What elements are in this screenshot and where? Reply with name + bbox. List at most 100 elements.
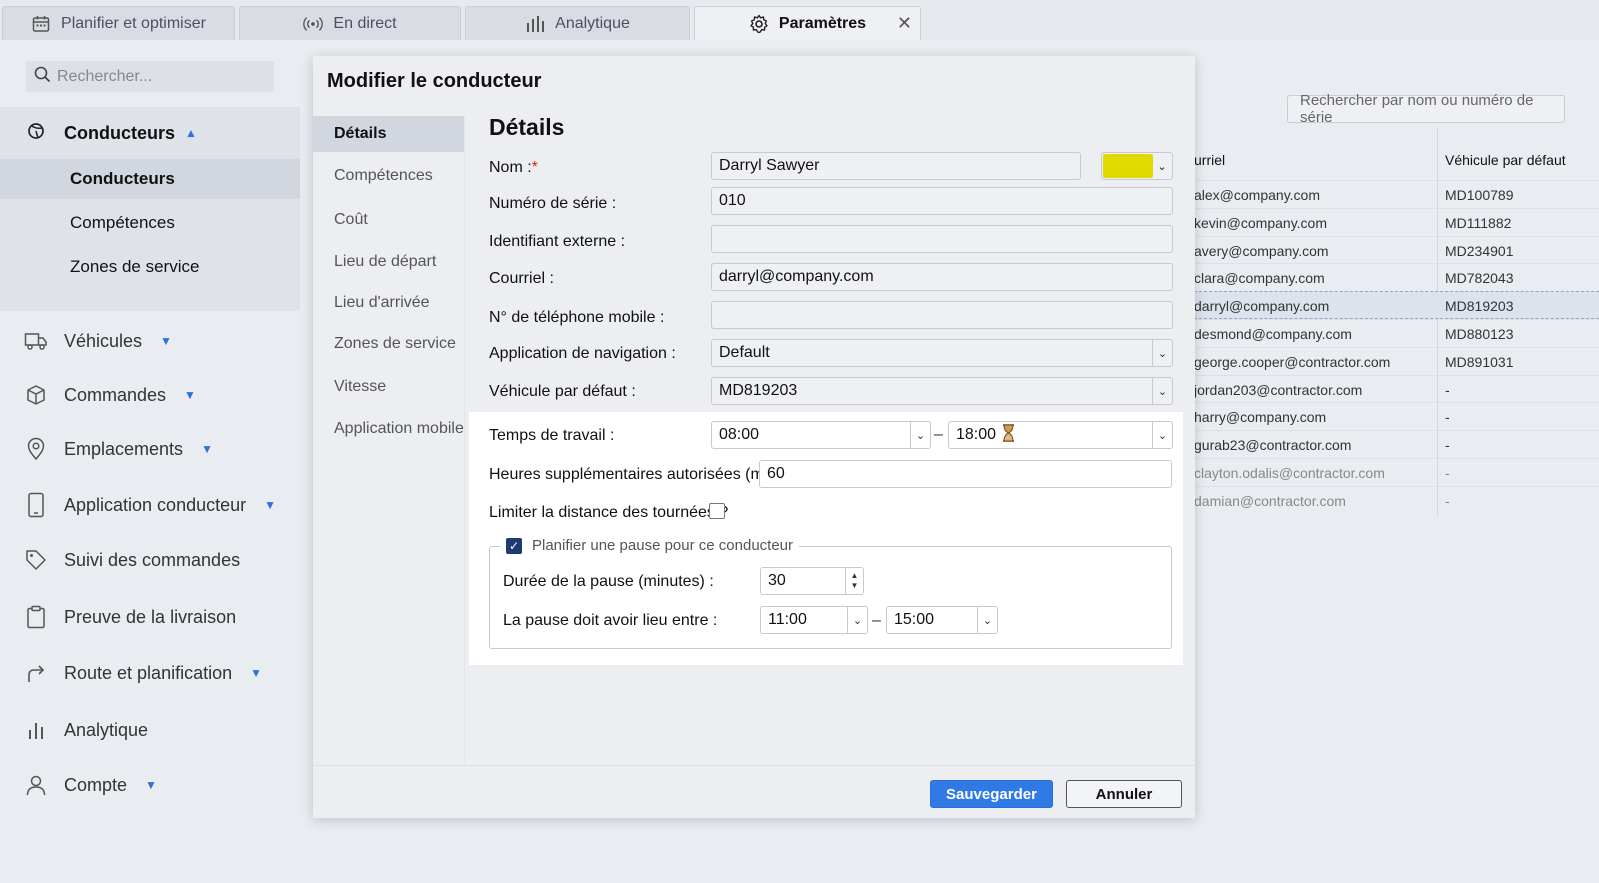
chevron-down-icon: ⌄	[1152, 340, 1172, 366]
serial-label: Numéro de série :	[489, 195, 617, 212]
drivers-icon	[26, 120, 48, 147]
vehicle-cell: -	[1445, 464, 1450, 481]
mobile-input[interactable]	[711, 301, 1173, 329]
modal-nav-details[interactable]: Détails	[313, 116, 464, 152]
sidebar-item-preuve-livraison[interactable]: Preuve de la livraison	[0, 597, 300, 637]
mobile-label: N° de téléphone mobile :	[489, 309, 665, 326]
vehicle-cell: MD819203	[1445, 298, 1514, 315]
tab-parametres[interactable]: Paramètres ✕	[694, 6, 921, 40]
gear-icon	[749, 14, 769, 34]
sidebar-item-conducteurs[interactable]: Conducteurs ▲	[0, 107, 300, 159]
chevron-down-icon: ⌄	[1152, 422, 1172, 448]
modal-nav-lieu-arrivee[interactable]: Lieu d'arrivée	[313, 285, 464, 321]
sidebar-subitem-zones[interactable]: Zones de service	[0, 247, 300, 287]
email-cell: jordan203@contractor.com	[1194, 381, 1363, 398]
break-checkbox[interactable]: ✓	[506, 537, 522, 554]
serial-input[interactable]	[711, 187, 1173, 215]
table-row[interactable]: clayton.odalis@contractor.com -	[1194, 457, 1599, 486]
tag-icon	[24, 548, 48, 572]
modal-title: Modifier le conducteur	[327, 70, 542, 92]
sidebar-item-emplacements[interactable]: Emplacements ▼	[0, 429, 300, 469]
tab-en-direct[interactable]: En direct	[239, 6, 461, 40]
table-row[interactable]: clara@company.com MD782043	[1194, 263, 1599, 291]
email-cell: alex@company.com	[1194, 187, 1320, 203]
sidebar-item-vehicules[interactable]: Véhicules ▼	[0, 321, 300, 361]
table-row[interactable]: jordan203@contractor.com -	[1194, 374, 1599, 403]
column-header-vehicle[interactable]: Véhicule par défaut	[1445, 152, 1566, 168]
table-row[interactable]: george.cooper@contractor.com MD891031	[1194, 346, 1599, 375]
sidebar-item-label: Commandes	[64, 384, 167, 405]
chevron-down-icon: ⌄	[977, 607, 997, 633]
vehicle-cell: -	[1445, 437, 1450, 454]
column-header-email[interactable]: urriel	[1194, 152, 1225, 168]
break-duration-stepper[interactable]: 30 ▲ ▼	[760, 567, 864, 595]
modal-nav-application-mobile[interactable]: Application mobile	[313, 411, 464, 447]
break-end-select[interactable]: 15:00 ⌄	[886, 606, 998, 634]
sidebar-search-input[interactable]	[57, 67, 257, 86]
overtime-label: Heures supplémentaires autorisées (min) …	[489, 466, 791, 483]
nav-app-value: Default	[719, 344, 770, 361]
sidebar-subitem-conducteurs[interactable]: Conducteurs	[0, 159, 300, 199]
vehicle-cell: MD234901	[1445, 242, 1514, 259]
drivers-group: Conducteurs ▲ Conducteurs Compétences Zo…	[0, 107, 300, 311]
table-row[interactable]: avery@company.com MD234901	[1194, 235, 1599, 264]
table-row[interactable]: darryl@company.com MD819203	[1194, 291, 1599, 319]
external-id-label: Identifiant externe :	[489, 233, 626, 250]
limit-distance-label: Limiter la distance des tournées ?	[489, 504, 729, 521]
driver-color-picker[interactable]: ⌄	[1101, 152, 1173, 180]
modal-nav-cout[interactable]: Coût	[313, 202, 464, 238]
table-row[interactable]: damian@contractor.com -	[1194, 485, 1599, 514]
sidebar-subitem-competences[interactable]: Compétences	[0, 203, 300, 243]
sidebar-item-label: Suivi des commandes	[64, 549, 241, 570]
save-button[interactable]: Sauvegarder	[930, 780, 1053, 808]
table-row[interactable]: kevin@company.com MD111882	[1194, 207, 1599, 236]
location-pin-icon	[24, 437, 48, 461]
work-time-end-select[interactable]: 18:00 ⌄	[948, 421, 1173, 449]
modal-nav-vitesse[interactable]: Vitesse	[313, 369, 464, 405]
table-row[interactable]: alex@company.com MD100789	[1194, 180, 1599, 208]
stepper-arrows-icon[interactable]: ▲ ▼	[845, 568, 863, 594]
table-search-input[interactable]: Rechercher par nom ou numéro de série	[1287, 92, 1565, 126]
sidebar-item-label: Preuve de la livraison	[64, 606, 237, 627]
nav-divider	[464, 116, 465, 766]
modal-nav-lieu-depart[interactable]: Lieu de départ	[313, 244, 464, 280]
sidebar-item-analytique[interactable]: Analytique	[0, 710, 300, 750]
sidebar-item-compte[interactable]: Compte ▼	[0, 765, 300, 805]
vehicle-cell: MD100789	[1445, 187, 1514, 203]
modal-nav-competences[interactable]: Compétences	[313, 158, 464, 194]
email-cell: clara@company.com	[1194, 270, 1325, 287]
email-cell: desmond@company.com	[1194, 325, 1352, 342]
email-input[interactable]	[711, 263, 1173, 291]
table-row[interactable]: harry@company.com -	[1194, 402, 1599, 430]
overtime-input[interactable]	[759, 460, 1172, 488]
sidebar-search	[26, 61, 274, 92]
sidebar: Conducteurs ▲ Conducteurs Compétences Zo…	[0, 40, 300, 883]
work-time-start-select[interactable]: 08:00 ⌄	[711, 421, 931, 449]
default-vehicle-select[interactable]: MD819203 ⌄	[711, 377, 1173, 405]
sidebar-subitem-label: Compétences	[70, 213, 175, 232]
time-separator: –	[872, 612, 881, 629]
modal-nav-zones-service[interactable]: Zones de service	[313, 326, 464, 362]
tab-analytique[interactable]: Analytique	[465, 6, 690, 40]
email-cell: damian@contractor.com	[1194, 492, 1346, 509]
table-row[interactable]: desmond@company.com MD880123	[1194, 318, 1599, 347]
table-row[interactable]: gurab23@contractor.com -	[1194, 430, 1599, 458]
sidebar-item-suivi-commandes[interactable]: Suivi des commandes	[0, 540, 300, 580]
limit-distance-checkbox[interactable]	[709, 503, 725, 519]
tab-planifier[interactable]: Planifier et optimiser	[2, 6, 235, 40]
break-duration-value: 30	[768, 572, 786, 589]
external-id-input[interactable]	[711, 225, 1173, 253]
sidebar-item-application-conducteur[interactable]: Application conducteur ▼	[0, 485, 300, 525]
sidebar-item-label: Route et planification	[64, 662, 233, 683]
name-input[interactable]	[711, 152, 1081, 180]
vehicle-cell: -	[1445, 409, 1450, 426]
cancel-button[interactable]: Annuler	[1066, 780, 1182, 808]
nav-app-select[interactable]: Default ⌄	[711, 339, 1173, 367]
sidebar-item-commandes[interactable]: Commandes ▼	[0, 375, 300, 415]
break-start-select[interactable]: 11:00 ⌄	[760, 606, 868, 634]
close-tab-icon[interactable]: ✕	[897, 13, 912, 34]
caret-down-icon: ▼	[201, 442, 213, 456]
name-label: Nom :*	[489, 159, 538, 177]
sidebar-item-route-planification[interactable]: Route et planification ▼	[0, 653, 300, 693]
truck-icon	[24, 329, 48, 353]
